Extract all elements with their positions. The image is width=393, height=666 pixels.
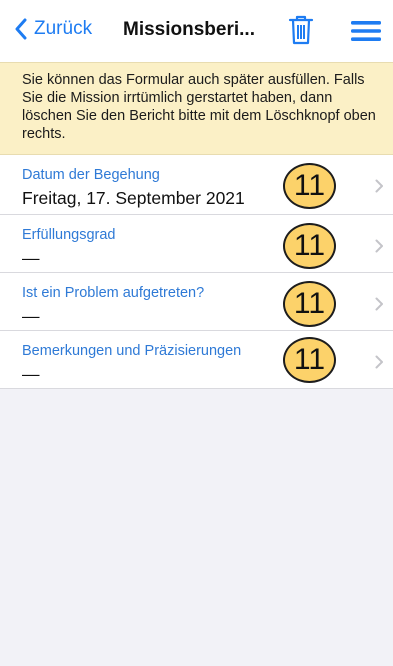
- trash-icon[interactable]: [288, 14, 314, 46]
- count-badge: 11: [283, 223, 336, 269]
- chevron-left-icon: [15, 18, 27, 40]
- back-button[interactable]: Zurück: [14, 18, 92, 40]
- row-value: —: [22, 364, 40, 384]
- form-row-remarks[interactable]: Bemerkungen und Präzisierungen — 11: [0, 331, 393, 389]
- page-title: Missionsberi...: [123, 19, 255, 40]
- hamburger-menu-icon[interactable]: [351, 20, 381, 42]
- form-row-problem[interactable]: Ist ein Problem aufgetreten? — 11: [0, 273, 393, 331]
- form-row-fulfillment[interactable]: Erfüllungsgrad — 11: [0, 215, 393, 273]
- form-list: Datum der Begehung Freitag, 17. Septembe…: [0, 155, 393, 389]
- row-value: Freitag, 17. September 2021: [22, 188, 245, 208]
- row-label: Ist ein Problem aufgetreten?: [22, 285, 205, 301]
- row-label: Datum der Begehung: [22, 167, 160, 183]
- count-badge: 11: [283, 163, 336, 209]
- chevron-right-icon: [375, 297, 383, 311]
- row-value: —: [22, 248, 40, 268]
- row-label: Bemerkungen und Präzisierungen: [22, 343, 242, 359]
- back-button-label: Zurück: [34, 18, 93, 39]
- chevron-right-icon: [375, 355, 383, 369]
- info-banner: Sie können das Formular auch später ausf…: [0, 62, 393, 155]
- navigation-bar: Zurück Missionsberi...: [0, 0, 393, 62]
- chevron-right-icon: [375, 179, 383, 193]
- empty-background: [0, 419, 393, 666]
- count-badge: 11: [283, 337, 336, 383]
- form-row-date[interactable]: Datum der Begehung Freitag, 17. Septembe…: [0, 155, 393, 215]
- count-badge: 11: [283, 281, 336, 327]
- row-label: Erfüllungsgrad: [22, 227, 116, 243]
- chevron-right-icon: [375, 239, 383, 253]
- row-value: —: [22, 306, 40, 326]
